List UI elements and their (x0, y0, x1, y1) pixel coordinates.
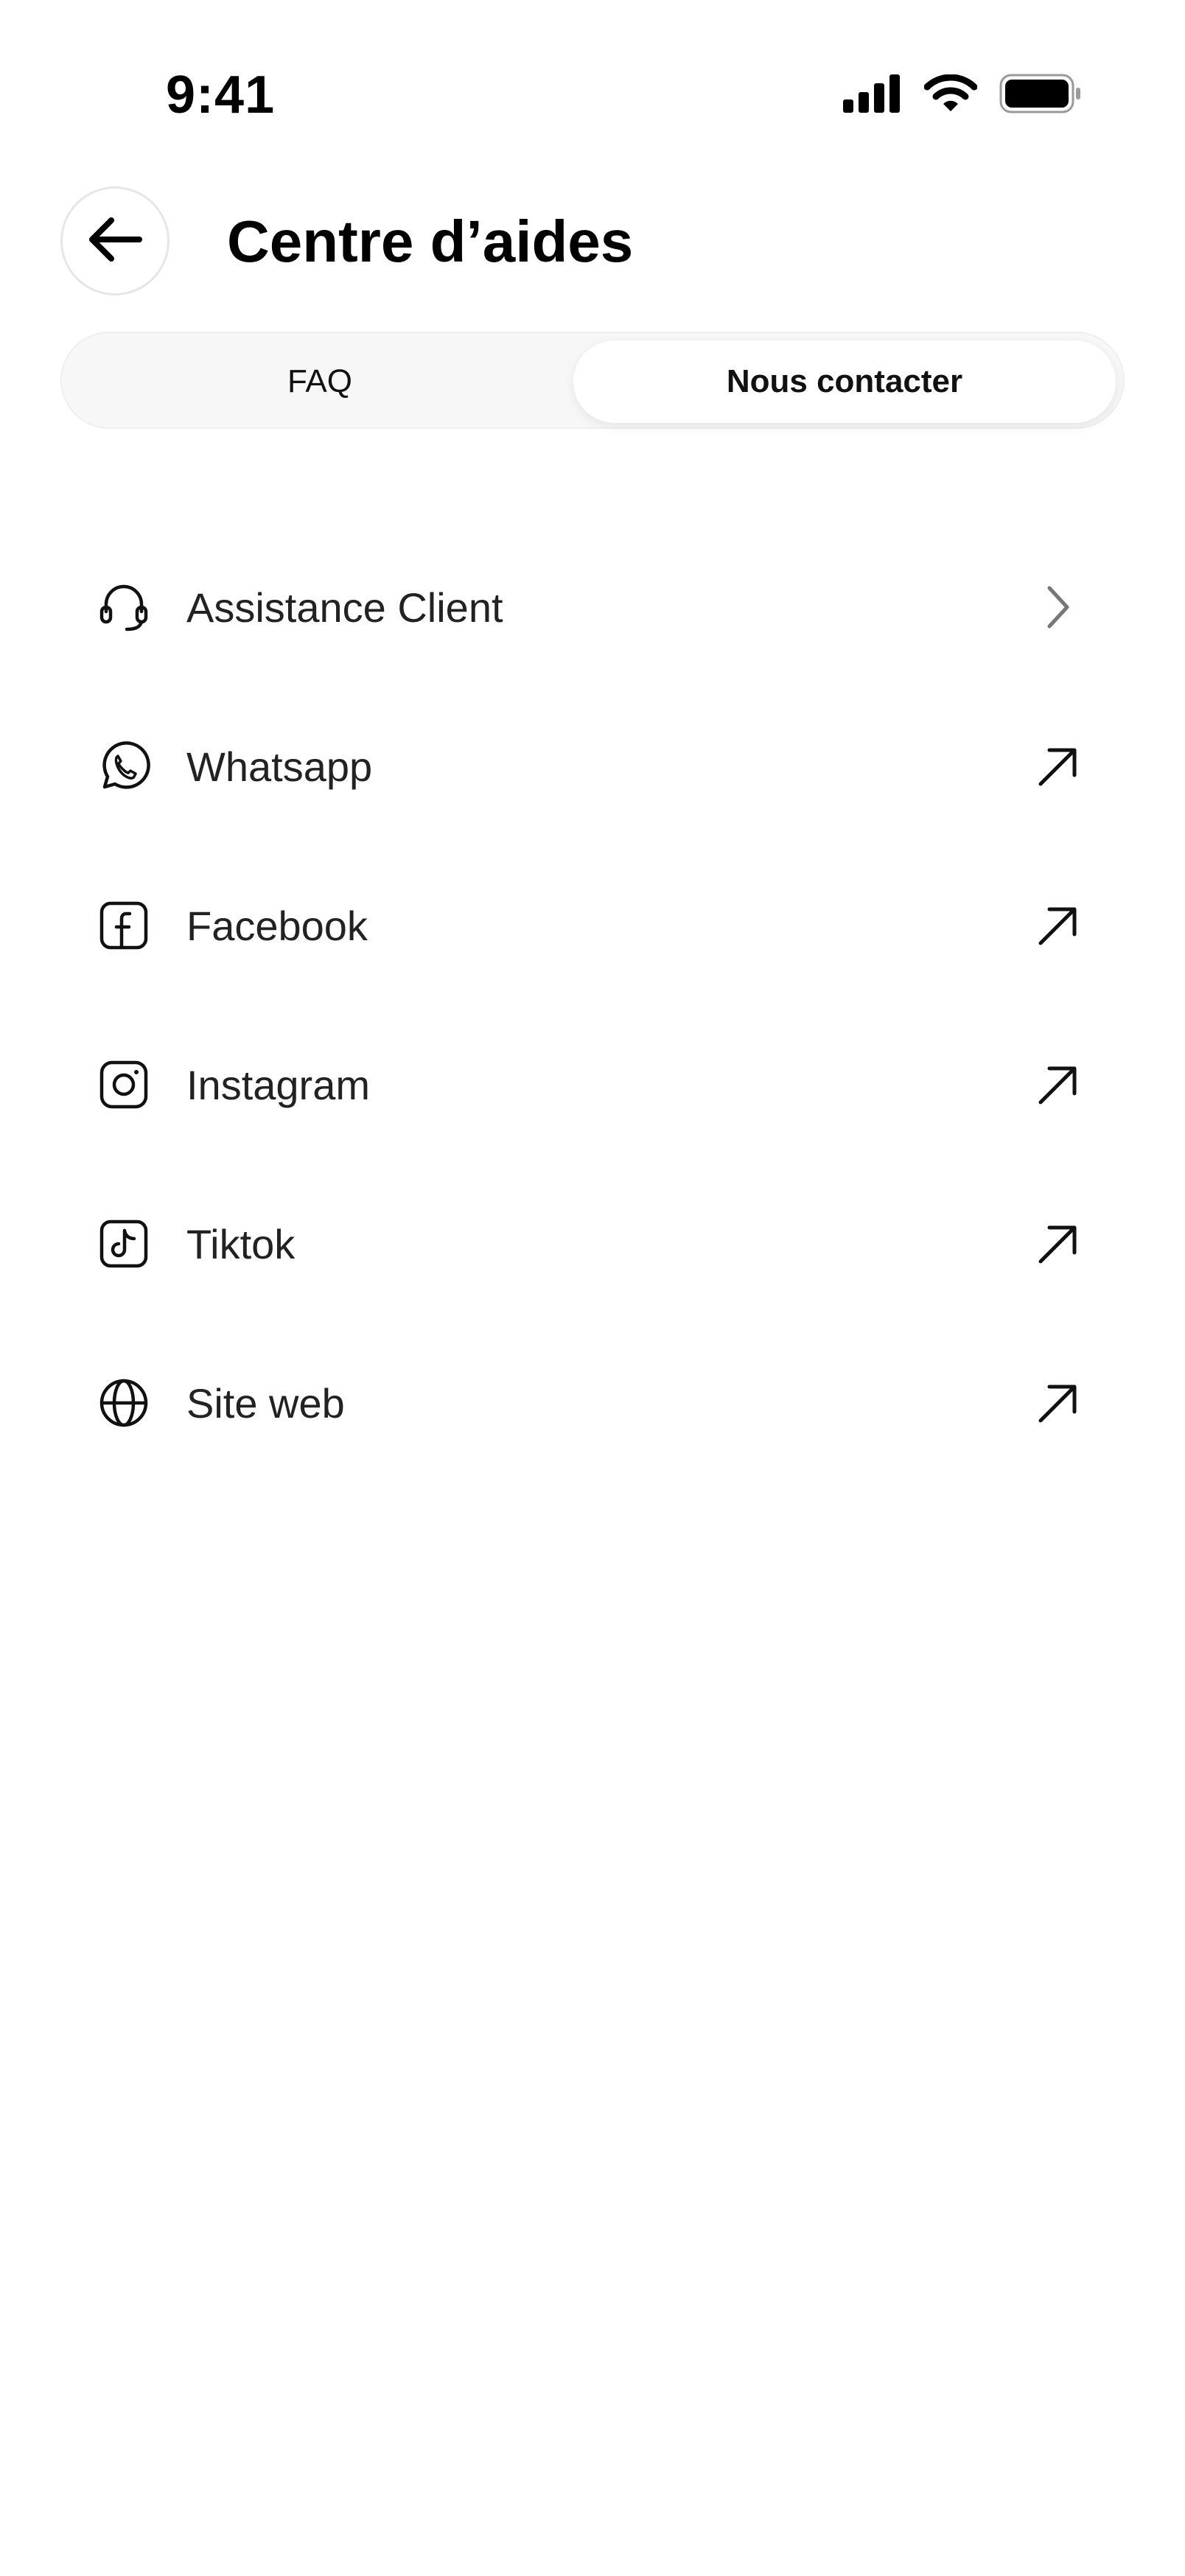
page-title: Centre d’aides (227, 209, 634, 274)
list-item-label: Assistance Client (186, 584, 503, 631)
arrow-left-icon (88, 217, 142, 265)
wifi-icon (924, 74, 977, 113)
status-time: 9:41 (166, 66, 276, 125)
list-item-tiktok[interactable]: Tiktok (0, 1164, 1185, 1323)
tab-bar: FAQ Nous contacter (60, 332, 1125, 429)
arrow-up-right-icon (1035, 1379, 1082, 1427)
back-button[interactable] (60, 186, 169, 295)
list-item-assistance-client[interactable]: Assistance Client (0, 528, 1185, 687)
cellular-signal-icon (843, 74, 902, 113)
arrow-up-right-icon (1035, 1061, 1082, 1108)
chevron-right-icon (1035, 584, 1082, 631)
tab-faq[interactable]: FAQ (69, 340, 570, 423)
list-item-label: Site web (186, 1379, 345, 1427)
whatsapp-icon (97, 740, 150, 793)
list-item-label: Facebook (186, 902, 368, 949)
status-icons (843, 74, 1082, 113)
globe-icon (97, 1376, 150, 1429)
list-item-instagram[interactable]: Instagram (0, 1005, 1185, 1164)
list-item-site-web[interactable]: Site web (0, 1323, 1185, 1483)
tiktok-icon (97, 1217, 150, 1270)
list-item-label: Tiktok (186, 1220, 296, 1267)
list-item-facebook[interactable]: Facebook (0, 846, 1185, 1005)
arrow-up-right-icon (1035, 743, 1082, 790)
headset-icon (97, 581, 150, 634)
list-item-label: Instagram (186, 1061, 370, 1108)
facebook-icon (97, 899, 150, 952)
battery-icon (999, 74, 1082, 113)
arrow-up-right-icon (1035, 902, 1082, 949)
list-item-label: Whatsapp (186, 743, 373, 790)
status-bar: 9:41 (0, 0, 1185, 147)
list-item-whatsapp[interactable]: Whatsapp (0, 687, 1185, 846)
arrow-up-right-icon (1035, 1220, 1082, 1267)
tab-nous-contacter[interactable]: Nous contacter (573, 340, 1116, 423)
contact-list: Assistance Client Whatsapp Facebook Inst… (0, 528, 1185, 1483)
instagram-icon (97, 1058, 150, 1111)
